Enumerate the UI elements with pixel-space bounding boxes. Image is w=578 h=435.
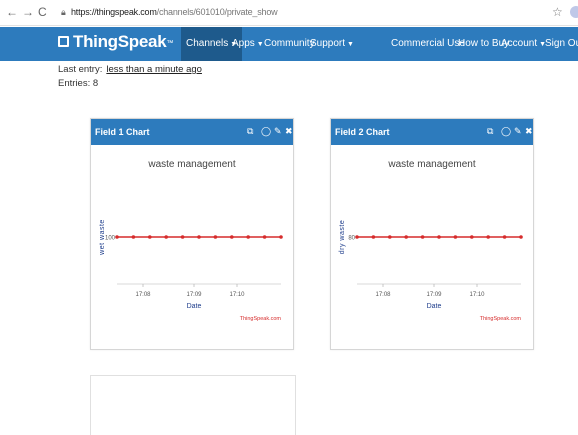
comment-icon[interactable]: ◯ (501, 125, 511, 137)
last-entry-info: Last entry: less than a minute ago (58, 64, 202, 76)
close-icon[interactable]: ✖ (285, 125, 293, 137)
nav-commercial-use-label: Commercial Use (391, 38, 465, 49)
field-1-chart: waste managementwet waste10017:08 17:09 17… (99, 159, 283, 322)
brand-trademark: ™ (166, 40, 174, 47)
field-1-chart-panel: Field 1 Chart ⧉ ◯ ✎ ✖ waste management we… (90, 118, 294, 350)
data-point (486, 235, 490, 239)
nav-support-label: Support (310, 38, 346, 49)
reload-icon[interactable]: C (38, 4, 47, 20)
field-2-chart: waste management dry waste 80 17:08 17:09 17:… (339, 159, 523, 322)
external-link-icon[interactable]: ⧉ (247, 125, 253, 137)
data-point (371, 235, 376, 239)
x-axis-label: Date (187, 303, 202, 310)
nav-apps-label: Apps (232, 38, 255, 49)
brand-logo[interactable]: ThingSpeak™ (73, 32, 173, 52)
nav-account[interactable]: Account ▼ (501, 38, 546, 51)
chart-credit: ThingSpeak.com (480, 316, 522, 322)
url-host: ://thingspeak.com (89, 7, 157, 17)
data-point (404, 235, 408, 239)
lock-icon: 🔒︎ (61, 7, 66, 17)
data-point (502, 235, 507, 239)
x-tick-label: 17:08 (375, 292, 391, 298)
data-point (246, 235, 250, 239)
x-axis-label: Date (427, 303, 442, 310)
data-point (388, 235, 392, 239)
close-icon[interactable]: ✖ (525, 125, 533, 137)
chart-credit: ThingSpeak.com (240, 316, 282, 322)
nav-support[interactable]: Support ▼ (310, 38, 354, 51)
brand-name: ThingSpeak (73, 32, 167, 51)
panel-title: Field 1 Chart (95, 127, 150, 137)
data-point (262, 235, 267, 239)
nav-commercial-use[interactable]: Commercial Use (391, 38, 465, 50)
star-icon[interactable]: ☆ (552, 4, 563, 20)
comment-icon[interactable]: ◯ (261, 125, 271, 137)
x-tick-label: 17:09 (186, 292, 202, 298)
y-tick-label: 80 (348, 236, 355, 242)
data-point (213, 235, 218, 239)
data-point (148, 235, 152, 239)
url-path: /channels/601010/private_show (156, 7, 278, 17)
last-entry-link[interactable]: less than a minute ago (106, 64, 202, 75)
back-icon[interactable]: ← (6, 4, 18, 20)
external-link-icon[interactable]: ⧉ (487, 125, 493, 137)
y-tick-label: 100 (105, 236, 116, 242)
data-point (355, 235, 359, 239)
data-point (197, 235, 201, 239)
data-point (453, 235, 458, 239)
thingspeak-logo-icon[interactable] (58, 36, 69, 47)
forward-icon[interactable]: → (22, 4, 34, 20)
main-navbar: ThingSpeak™ Channels ▼ Apps ▼ Community Su… (0, 27, 578, 61)
data-point (164, 235, 168, 239)
data-point (180, 235, 185, 239)
entries-count: Entries: 8 (58, 78, 99, 89)
panel-header: Field 2 Chart ⧉ ◯ ✎ ✖ (331, 119, 533, 145)
data-point (470, 235, 474, 239)
chart-title: waste management (147, 159, 235, 170)
x-tick-label: 17:10 (229, 292, 245, 298)
chevron-down-icon: ▼ (347, 41, 354, 48)
field-2-chart-panel: Field 2 Chart ⧉ ◯ ✎ ✖ waste management dr… (330, 118, 534, 350)
nav-account-label: Account (501, 38, 538, 49)
browser-toolbar: ← → C 🔒︎ https://thingspeak.com/channels… (0, 0, 578, 26)
nav-community[interactable]: Community (264, 38, 315, 50)
nav-sign-out-label: Sign Out (545, 38, 578, 49)
panel-header: Field 1 Chart ⧉ ◯ ✎ ✖ (91, 119, 293, 145)
pencil-icon[interactable]: ✎ (274, 125, 282, 137)
data-point (519, 235, 523, 239)
panel-title: Field 2 Chart (335, 127, 390, 137)
nav-community-label: Community (264, 38, 315, 49)
data-point (230, 235, 234, 239)
x-tick-label: 17:09 (426, 292, 442, 298)
address-bar[interactable]: https://thingspeak.com/channels/601010/p… (71, 6, 278, 18)
data-point (131, 235, 136, 239)
field-3-chart-panel (90, 375, 296, 435)
last-entry-label: Last entry: (58, 64, 103, 75)
data-point (115, 235, 119, 239)
nav-sign-out[interactable]: Sign Out (545, 38, 578, 50)
extension-icon[interactable] (570, 6, 578, 18)
pencil-icon[interactable]: ✎ (514, 125, 522, 137)
y-axis-label: dry waste (339, 220, 346, 254)
chart-title: waste management (387, 159, 475, 170)
chevron-down-icon: ▼ (256, 41, 264, 48)
data-point (420, 235, 425, 239)
data-point (437, 235, 441, 239)
nav-channels-label: Channels (186, 38, 229, 49)
url-scheme: https (71, 7, 90, 17)
data-point (279, 235, 283, 239)
nav-apps[interactable]: Apps ▼ (232, 38, 264, 51)
x-tick-label: 17:08 (135, 292, 151, 298)
x-tick-label: 17:10 (469, 292, 485, 298)
